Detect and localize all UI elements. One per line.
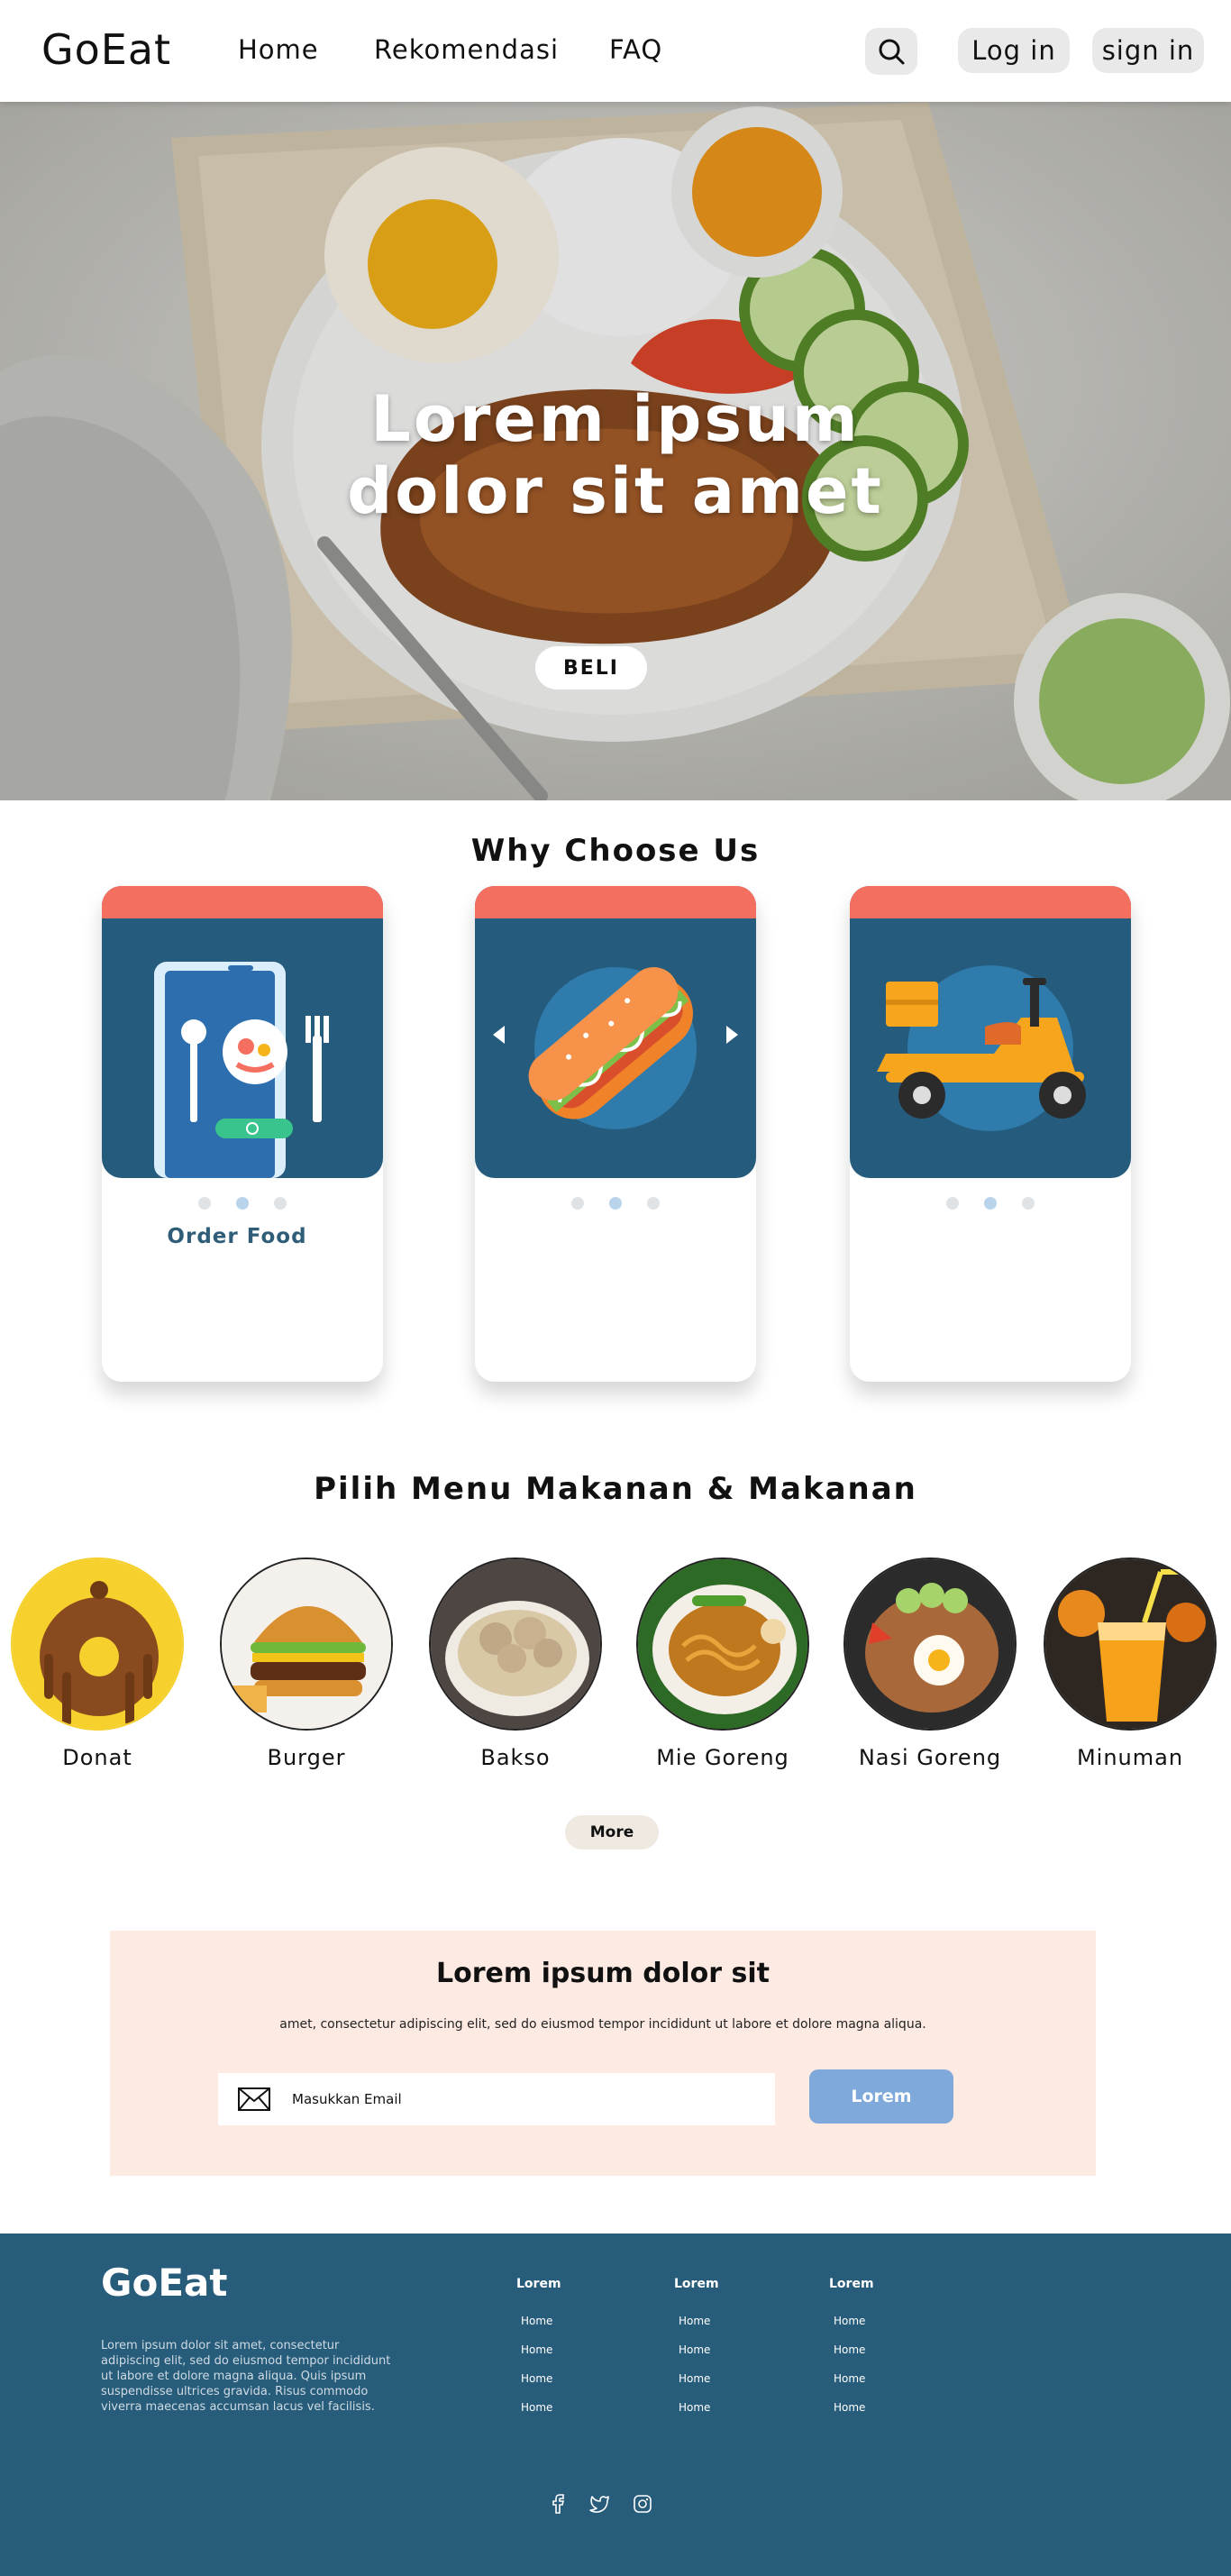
more-button[interactable]: More (565, 1815, 659, 1850)
subscribe-button[interactable]: Lorem (809, 2069, 953, 2124)
menu-item-name: Bakso (480, 1745, 551, 1770)
login-button[interactable]: Log in (958, 28, 1070, 73)
footer-link[interactable]: Home (674, 2372, 746, 2385)
bakso-icon (429, 1557, 602, 1731)
footer-link[interactable]: Home (516, 2372, 588, 2385)
facebook-icon (552, 2494, 565, 2514)
footer-link[interactable]: Home (674, 2401, 746, 2414)
email-field[interactable] (292, 2086, 761, 2113)
carousel-dot[interactable] (647, 1197, 660, 1210)
feature-card-image (475, 886, 756, 1178)
menu-item-minuman[interactable]: Minuman (1040, 1557, 1220, 1770)
hero-title: Lorem ipsum dolor sit amet (0, 383, 1231, 527)
footer-link[interactable]: Home (516, 2315, 588, 2327)
carousel-dot[interactable] (1022, 1197, 1035, 1210)
footer-column-heading: Lorem (829, 2277, 874, 2291)
carousel-dot-active[interactable] (984, 1197, 997, 1210)
nav-link-home[interactable]: Home (238, 34, 319, 65)
feature-card-image (850, 886, 1131, 1178)
burger-icon (220, 1557, 393, 1731)
brand-logo[interactable]: GoEat (41, 25, 171, 74)
carousel-dots (102, 1197, 383, 1210)
donut-icon (11, 1557, 184, 1731)
newsletter-subtitle: amet, consectetur adipiscing elit, sed d… (279, 2017, 926, 2032)
feature-card-image (102, 886, 383, 1178)
menu-item-name: Nasi Goreng (858, 1745, 1002, 1770)
carousel-dots (475, 1197, 756, 1210)
menu-item-mie-goreng[interactable]: Mie Goreng (633, 1557, 813, 1770)
footer-logo[interactable]: GoEat (101, 2261, 227, 2305)
carousel-prev-arrow[interactable] (493, 1026, 505, 1044)
menu-item-name: Burger (267, 1745, 346, 1770)
menu-section-title: Pilih Menu Makanan & Makanan (314, 1471, 917, 1507)
card-topbar (102, 886, 383, 918)
footer-link[interactable]: Home (674, 2343, 746, 2356)
menu-item-donat[interactable]: Donat (7, 1557, 187, 1770)
phone-order-icon (154, 962, 329, 1178)
hero-title-line1: Lorem ipsum (370, 382, 861, 456)
twitter-icon (589, 2496, 609, 2513)
feature-card-order[interactable]: Order Food (102, 886, 383, 1382)
footer-column-heading: Lorem (674, 2277, 719, 2291)
feature-card-label: Order Food (167, 1225, 307, 1248)
footer-link[interactable]: Home (516, 2343, 588, 2356)
card-topbar (475, 886, 756, 918)
footer: GoEat Lorem ipsum dolor sit amet, consec… (0, 2233, 1231, 2576)
instagram-icon (634, 2495, 652, 2513)
mail-icon (238, 2087, 270, 2111)
footer-column: Lorem Home Home Home Home (829, 2277, 901, 2430)
menu-item-bakso[interactable]: Bakso (425, 1557, 606, 1770)
navbar: GoEat Home Rekomendasi FAQ Log in sign i… (0, 0, 1231, 102)
carousel-next-arrow[interactable] (726, 1026, 738, 1044)
scooter-delivery-icon (877, 965, 1086, 1131)
footer-link[interactable]: Home (674, 2315, 746, 2327)
hero-banner: Lorem ipsum dolor sit amet BELI (0, 102, 1231, 800)
nav-link-rekomendasi[interactable]: Rekomendasi (374, 34, 559, 65)
signin-button[interactable]: sign in (1092, 28, 1204, 73)
hotdog-icon (528, 966, 697, 1129)
footer-link[interactable]: Home (829, 2343, 901, 2356)
footer-column: Lorem Home Home Home Home (674, 2277, 746, 2430)
carousel-dot[interactable] (274, 1197, 287, 1210)
drink-icon (1044, 1557, 1217, 1731)
menu-item-name: Donat (62, 1745, 132, 1770)
carousel-dot-active[interactable] (236, 1197, 249, 1210)
carousel-dot[interactable] (198, 1197, 211, 1210)
footer-link[interactable]: Home (829, 2372, 901, 2385)
footer-link[interactable]: Home (829, 2401, 901, 2414)
newsletter-section: Lorem ipsum dolor sit amet, consectetur … (110, 1931, 1096, 2176)
carousel-dot-active[interactable] (609, 1197, 622, 1210)
hero-title-line2: dolor sit amet (347, 454, 884, 528)
email-field-container[interactable] (218, 2073, 775, 2125)
feature-card-delivery[interactable] (850, 886, 1131, 1382)
menu-item-nasi-goreng[interactable]: Nasi Goreng (840, 1557, 1020, 1770)
footer-column: Lorem Home Home Home Home (516, 2277, 588, 2430)
footer-column-heading: Lorem (516, 2277, 561, 2291)
card-topbar (850, 886, 1131, 918)
twitter-link[interactable] (588, 2493, 610, 2515)
feature-card-food[interactable] (475, 886, 756, 1382)
newsletter-title: Lorem ipsum dolor sit (436, 1958, 770, 1989)
instagram-link[interactable] (632, 2493, 653, 2515)
menu-item-name: Mie Goreng (656, 1745, 789, 1770)
menu-item-name: Minuman (1076, 1745, 1184, 1770)
carousel-dot[interactable] (571, 1197, 584, 1210)
footer-description: Lorem ipsum dolor sit amet, consectetur … (101, 2339, 391, 2414)
menu-item-burger[interactable]: Burger (216, 1557, 397, 1770)
search-icon (879, 39, 905, 65)
fried-rice-icon (843, 1557, 1017, 1731)
carousel-dot[interactable] (946, 1197, 959, 1210)
buy-button[interactable]: BELI (535, 646, 647, 690)
search-button[interactable] (865, 28, 917, 75)
why-choose-us-title: Why Choose Us (470, 833, 761, 869)
carousel-dots (850, 1197, 1131, 1210)
footer-link[interactable]: Home (516, 2401, 588, 2414)
facebook-link[interactable] (549, 2493, 570, 2515)
noodle-icon (636, 1557, 809, 1731)
footer-link[interactable]: Home (829, 2315, 901, 2327)
nav-link-faq[interactable]: FAQ (609, 34, 662, 65)
